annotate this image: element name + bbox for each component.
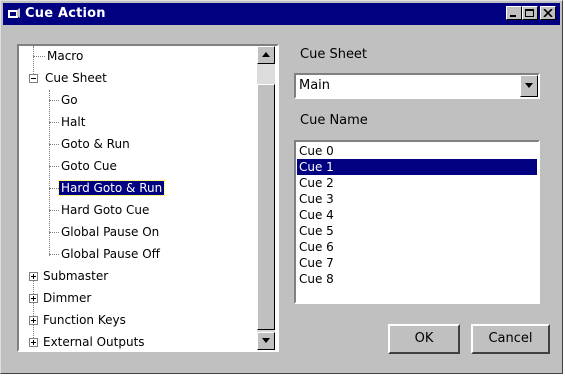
list-item[interactable]: Cue 7 (297, 255, 537, 271)
tree-item-function-keys[interactable]: Function Keys (41, 310, 128, 330)
tree-item-goto-cue[interactable]: Goto Cue (59, 156, 119, 176)
cue-name-list[interactable]: Cue 0 Cue 1 Cue 2 Cue 3 Cue 4 Cue 5 Cue … (294, 140, 540, 304)
list-item[interactable]: Cue 6 (297, 239, 537, 255)
window-title: Cue Action (25, 6, 106, 21)
arrow-down-icon (262, 338, 270, 343)
list-item[interactable]: Cue 3 (297, 191, 537, 207)
tree-item-external-outputs[interactable]: External Outputs (41, 332, 147, 350)
expand-toggle[interactable] (29, 316, 38, 325)
tree-connector (49, 254, 59, 255)
tree-content: Macro Cue Sheet Go Halt Goto & Run Goto … (19, 46, 255, 350)
tree-item-hard-goto-run[interactable]: Hard Goto & Run (57, 178, 166, 198)
collapse-toggle[interactable] (29, 74, 38, 83)
tree-item-dimmer[interactable]: Dimmer (41, 288, 93, 308)
app-icon (8, 8, 20, 18)
tree-connector (49, 232, 59, 233)
tree-connector (49, 210, 59, 211)
scroll-down-button[interactable] (257, 332, 275, 350)
cue-sheet-value: Main (299, 78, 331, 93)
tree-connector (49, 188, 59, 189)
tree-connector (49, 122, 59, 123)
maximize-button[interactable] (522, 6, 538, 20)
list-item[interactable]: Cue 4 (297, 207, 537, 223)
tree-item-global-pause-off[interactable]: Global Pause Off (59, 244, 162, 264)
dropdown-button[interactable] (520, 75, 538, 97)
minimize-icon (510, 15, 516, 17)
cue-action-dialog: Cue Action Macro Cue Sheet Go Halt Goto … (0, 0, 563, 374)
cue-name-label: Cue Name (300, 113, 368, 128)
cue-sheet-label: Cue Sheet (300, 47, 368, 62)
tree-item-macro[interactable]: Macro (45, 46, 85, 66)
tree-item-halt[interactable]: Halt (59, 112, 87, 132)
tree-connector (33, 56, 45, 57)
cancel-button[interactable]: Cancel (471, 324, 550, 354)
tree-connector (49, 100, 59, 101)
arrow-up-icon (262, 52, 270, 57)
ok-button[interactable]: OK (388, 324, 460, 354)
tree-item-global-pause-on[interactable]: Global Pause On (59, 222, 161, 242)
close-button[interactable] (540, 6, 556, 20)
list-item[interactable]: Cue 0 (297, 143, 537, 159)
tree-item-go[interactable]: Go (59, 90, 80, 110)
maximize-icon (525, 9, 534, 17)
scroll-thumb[interactable] (257, 84, 275, 330)
minimize-button[interactable] (506, 6, 522, 20)
tree-item-cue-sheet[interactable]: Cue Sheet (43, 68, 109, 88)
tree-connector (33, 276, 34, 342)
tree-scrollbar[interactable] (257, 46, 275, 350)
title-bar[interactable]: Cue Action (3, 3, 560, 25)
list-item[interactable]: Cue 5 (297, 223, 537, 239)
tree-connector (33, 46, 34, 76)
expand-toggle[interactable] (29, 338, 38, 347)
chevron-down-icon (525, 83, 533, 88)
action-tree[interactable]: Macro Cue Sheet Go Halt Goto & Run Goto … (17, 44, 279, 352)
expand-toggle[interactable] (29, 294, 38, 303)
cue-sheet-select[interactable]: Main (294, 73, 540, 99)
tree-item-goto-run[interactable]: Goto & Run (59, 134, 132, 154)
close-icon (543, 9, 553, 17)
tree-connector (49, 144, 59, 145)
list-item[interactable]: Cue 2 (297, 175, 537, 191)
list-item[interactable]: Cue 1 (297, 159, 537, 175)
tree-connector (49, 166, 59, 167)
expand-toggle[interactable] (29, 272, 38, 281)
tree-item-hard-goto-cue[interactable]: Hard Goto Cue (59, 200, 151, 220)
tree-item-submaster[interactable]: Submaster (41, 266, 110, 286)
scroll-up-button[interactable] (257, 46, 275, 64)
list-item[interactable]: Cue 8 (297, 271, 537, 287)
